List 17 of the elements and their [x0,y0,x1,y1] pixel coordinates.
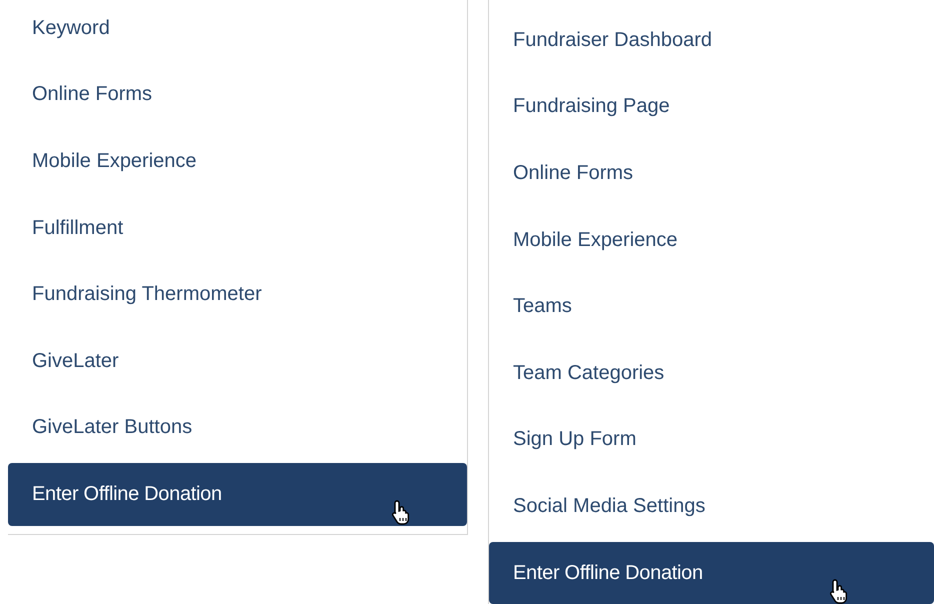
menu-item[interactable]: GiveLater [8,330,467,393]
menu-item[interactable]: GiveLater Buttons [8,396,467,460]
menu-item[interactable]: Online Forms [8,64,467,126]
menu-item[interactable]: Enter Offline Donation [8,463,467,526]
menu-item[interactable]: Fundraiser Dashboard [489,9,934,72]
menu-item[interactable]: Fundraising Thermometer [8,263,467,326]
menu-item[interactable]: Keyword [8,0,467,60]
menu-item[interactable]: Teams [489,275,934,338]
menu-item[interactable]: Mobile Experience [489,208,934,272]
menu-item[interactable]: Fundraising Page [489,76,934,138]
menu-item[interactable]: Team Categories [489,342,934,405]
menu-item[interactable]: Sign Up Form [489,408,934,472]
menu-item[interactable]: Fulfillment [8,196,467,260]
menu-item[interactable]: Enter Offline Donation [489,542,934,604]
menu-item[interactable]: Social Media Settings [489,475,934,538]
menu-item[interactable]: Mobile Experience [8,130,467,193]
menu-item[interactable]: Online Forms [489,142,934,205]
